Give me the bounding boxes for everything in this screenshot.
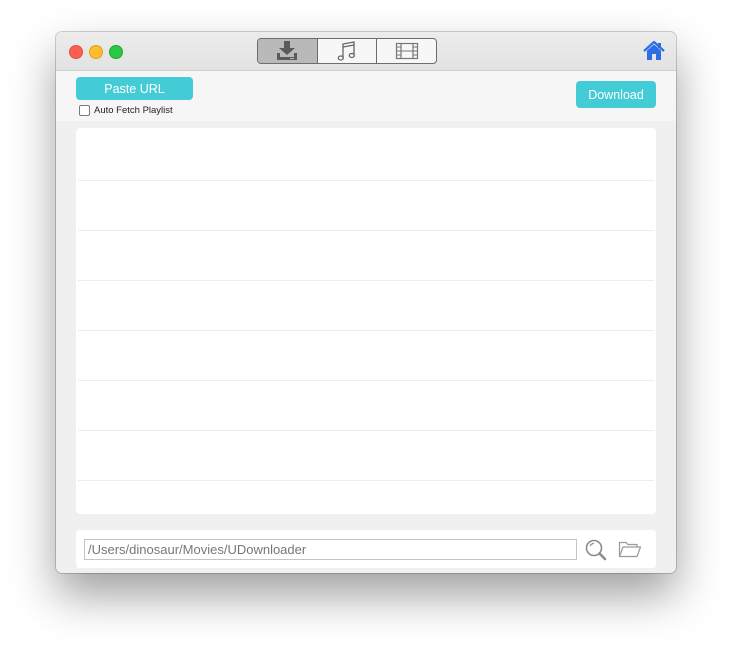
- download-button[interactable]: Download: [576, 81, 656, 108]
- folder-icon: [618, 541, 642, 558]
- mode-tabs: [257, 38, 437, 64]
- paste-url-button[interactable]: Paste URL: [76, 77, 193, 100]
- download-icon: [277, 41, 298, 60]
- search-icon: [585, 539, 607, 561]
- home-button[interactable]: [643, 40, 665, 61]
- list-row-divider: [78, 280, 654, 281]
- zoom-window-button[interactable]: [109, 45, 123, 59]
- tab-music[interactable]: [318, 39, 378, 63]
- download-list: [76, 128, 656, 514]
- list-row-divider: [78, 430, 654, 431]
- auto-fetch-checkbox[interactable]: [79, 105, 90, 116]
- list-row-divider: [78, 380, 654, 381]
- home-icon: [643, 40, 665, 60]
- output-path-field[interactable]: [84, 539, 577, 560]
- tab-video[interactable]: [377, 39, 436, 63]
- list-row-divider: [78, 230, 654, 231]
- toolbar: Paste URL Auto Fetch Playlist Download: [56, 71, 676, 121]
- search-button[interactable]: [584, 538, 608, 562]
- minimize-window-button[interactable]: [89, 45, 103, 59]
- music-note-icon: [337, 41, 355, 61]
- output-path-bar: [76, 530, 656, 568]
- auto-fetch-label: Auto Fetch Playlist: [94, 105, 173, 116]
- list-row-divider: [78, 330, 654, 331]
- film-icon: [395, 42, 418, 60]
- close-window-button[interactable]: [69, 45, 83, 59]
- title-bar: [56, 32, 676, 71]
- auto-fetch-playlist-option[interactable]: Auto Fetch Playlist: [79, 105, 173, 116]
- list-row-divider: [78, 180, 654, 181]
- app-window: Paste URL Auto Fetch Playlist Download: [56, 32, 676, 573]
- tab-download[interactable]: [258, 39, 318, 63]
- open-folder-button[interactable]: [618, 539, 642, 559]
- list-row-divider: [78, 480, 654, 481]
